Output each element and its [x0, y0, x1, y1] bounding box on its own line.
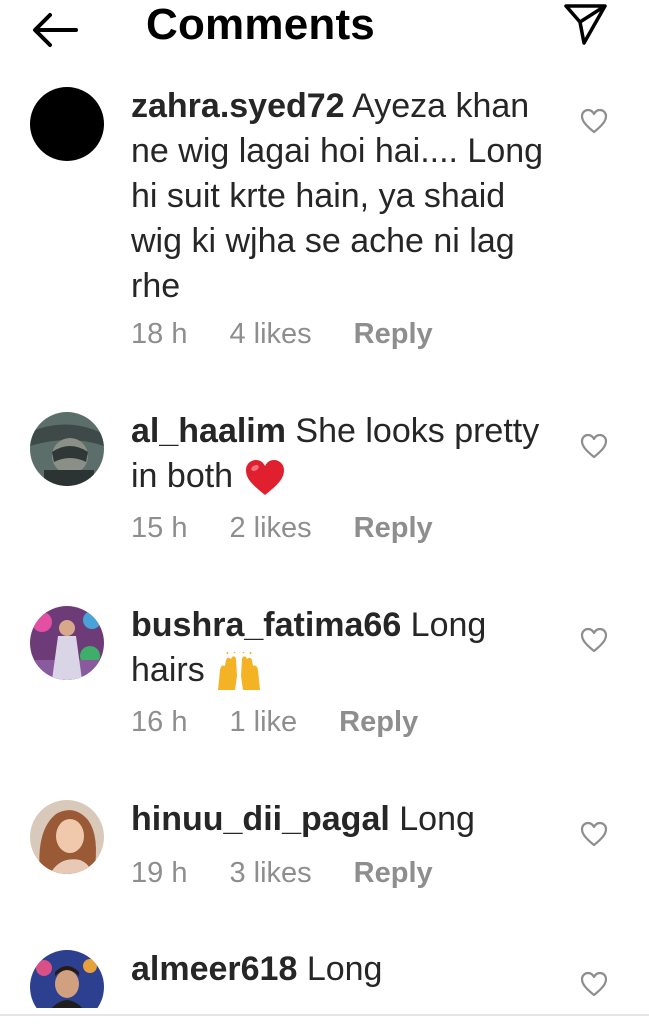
- avatar[interactable]: [30, 412, 104, 486]
- comment-username[interactable]: zahra.syed72: [131, 87, 345, 125]
- comment-body: hinuu_dii_pagal Long: [131, 797, 561, 842]
- header-bar: Comments: [0, 0, 649, 60]
- comment-body: bushra_fatima66 Long hairs: [131, 603, 561, 693]
- comment-likes[interactable]: 3 likes: [229, 857, 311, 890]
- avatar[interactable]: [30, 87, 104, 161]
- comment-meta: 19 h 3 likes Reply: [131, 857, 475, 890]
- comment-time: 15 h: [131, 512, 188, 544]
- comment-meta: 18 h 4 likes Reply: [131, 318, 475, 351]
- raising-hands-emoji-icon: [218, 652, 261, 691]
- comment-time: 16 h: [131, 706, 188, 738]
- like-button[interactable]: [579, 107, 609, 135]
- comment-time: 18 h: [131, 318, 188, 350]
- like-button[interactable]: [579, 432, 609, 460]
- comment-likes[interactable]: 4 likes: [229, 318, 311, 351]
- bottom-edge: [0, 1008, 649, 1024]
- paper-plane-icon: [564, 4, 607, 45]
- like-button[interactable]: [579, 626, 609, 654]
- share-button[interactable]: [560, 0, 610, 48]
- heart-outline-icon: [580, 627, 608, 653]
- red-heart-emoji-icon: [245, 460, 284, 496]
- heart-outline-icon: [580, 821, 608, 847]
- heart-outline-icon: [580, 433, 608, 459]
- comment-body: almeer618 Long: [131, 947, 561, 992]
- comment-username[interactable]: hinuu_dii_pagal: [131, 800, 390, 838]
- avatar[interactable]: [30, 606, 104, 680]
- like-button[interactable]: [579, 820, 609, 848]
- comment-likes[interactable]: 1 like: [229, 706, 297, 739]
- comment-text: Long: [389, 800, 475, 838]
- comment-likes[interactable]: 2 likes: [229, 512, 311, 545]
- comment-text: Long: [297, 950, 383, 988]
- reply-button[interactable]: Reply: [339, 706, 418, 739]
- comment-body: zahra.syed72 Ayeza khan ne wig lagai hoi…: [131, 84, 561, 309]
- comment-time: 19 h: [131, 857, 188, 889]
- reply-button[interactable]: Reply: [354, 318, 433, 351]
- comment-username[interactable]: al_haalim: [131, 412, 286, 450]
- comment-username[interactable]: almeer618: [131, 950, 297, 988]
- heart-outline-icon: [580, 108, 608, 134]
- like-button[interactable]: [579, 970, 609, 998]
- comment-meta: 16 h 1 like Reply: [131, 706, 460, 739]
- page-title: Comments: [146, 0, 375, 49]
- heart-outline-icon: [580, 971, 608, 997]
- comment-username[interactable]: bushra_fatima66: [131, 606, 401, 644]
- bottom-divider: [0, 1014, 649, 1016]
- reply-button[interactable]: Reply: [354, 857, 433, 890]
- avatar[interactable]: [30, 800, 104, 874]
- back-button[interactable]: [28, 6, 80, 50]
- reply-button[interactable]: Reply: [354, 512, 433, 545]
- arrow-left-icon: [33, 13, 78, 47]
- comment-body: al_haalim She looks pretty in both: [131, 409, 561, 499]
- comment-meta: 15 h 2 likes Reply: [131, 512, 475, 545]
